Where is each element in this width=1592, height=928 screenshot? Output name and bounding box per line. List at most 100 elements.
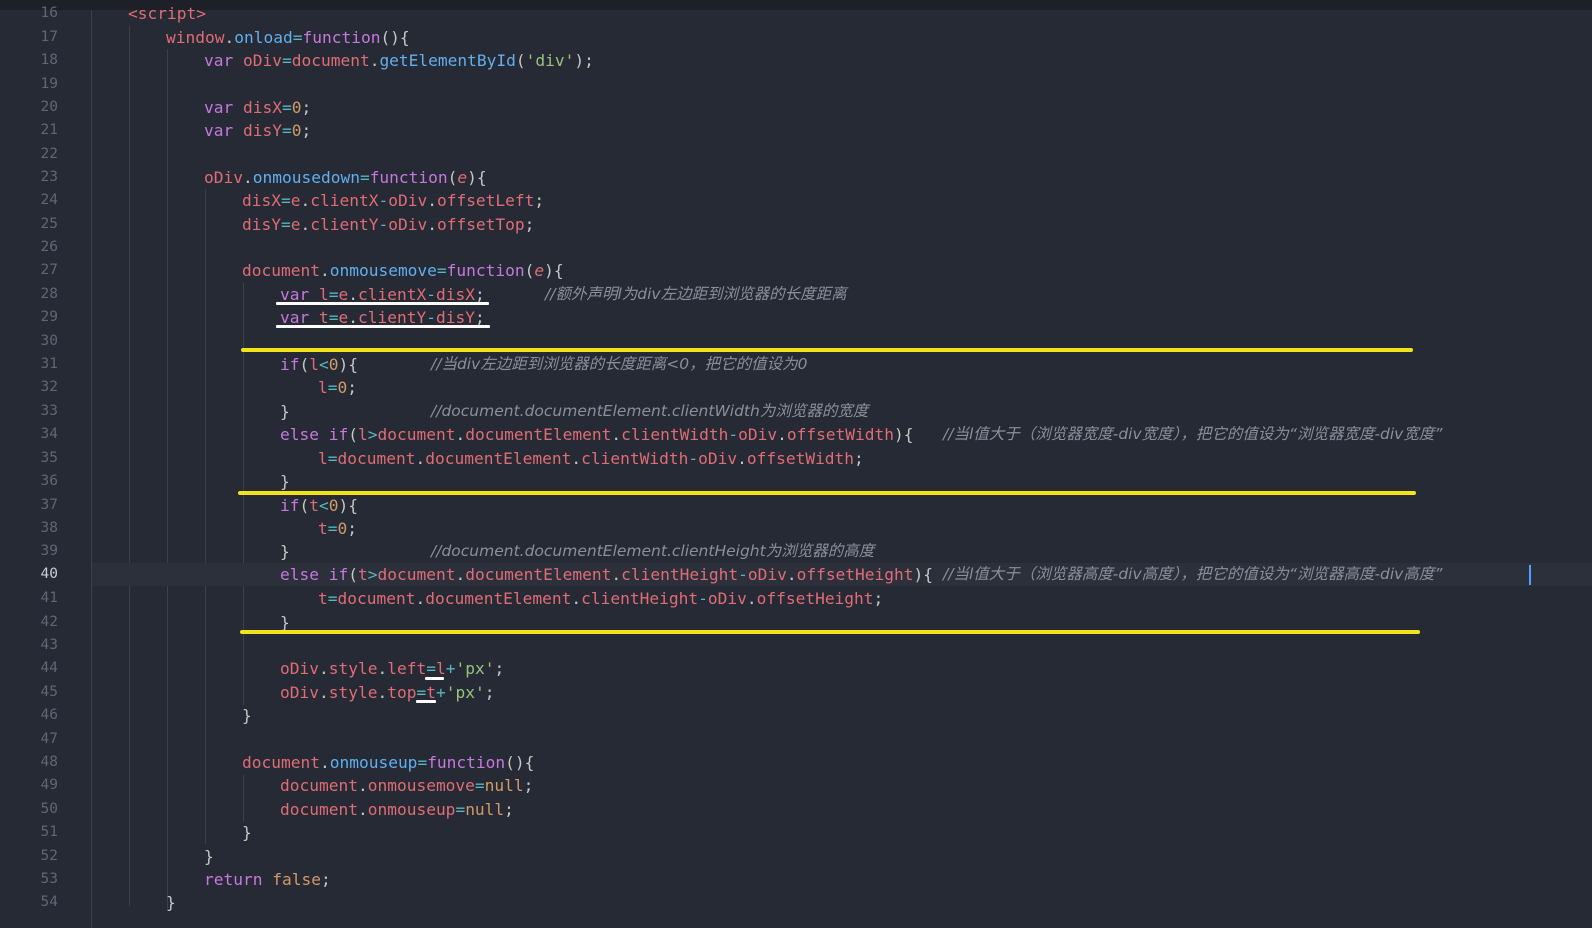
line-number: 29 <box>40 309 58 325</box>
code-line[interactable]: 54 } <box>0 891 1592 914</box>
annotation-underline <box>416 700 436 703</box>
code-text: else if(t>document.documentElement.clien… <box>280 565 934 584</box>
code-line[interactable]: 53 return false; <box>0 868 1592 891</box>
line-number: 25 <box>40 215 58 232</box>
line-number: 35 <box>40 449 58 466</box>
code-line[interactable]: 47 <box>0 728 1592 751</box>
code-line[interactable]: 41 t=document.documentElement.clientHeig… <box>0 587 1592 610</box>
line-number: 52 <box>40 847 58 864</box>
code-text: disX=e.clientX-oDiv.offsetLeft; <box>242 191 545 210</box>
line-number: 38 <box>40 519 58 536</box>
line-number: 26 <box>40 239 58 255</box>
line-number: 27 <box>40 262 58 278</box>
code-text: oDiv.style.top=t+'px'; <box>280 682 495 702</box>
code-text: l=document.documentElement.clientWidth-o… <box>318 448 864 468</box>
code-line[interactable]: 27 document.onmousemove=function(e){ <box>0 259 1592 282</box>
code-line[interactable]: 50 document.onmouseup=null; <box>0 798 1592 821</box>
annotation-underline <box>276 302 489 305</box>
code-text: document.onmousemove=null; <box>280 776 534 795</box>
code-line[interactable]: 26 <box>0 236 1592 259</box>
code-line[interactable]: 29 var t=e.clientY-disY; <box>0 306 1592 329</box>
code-line[interactable]: 51 } <box>0 821 1592 844</box>
line-number: 50 <box>40 800 58 817</box>
code-line[interactable]: 31 if(l<0){ //当div左边距到浏览器的长度距离<0，把它的值设为0 <box>0 353 1592 376</box>
line-number: 44 <box>40 660 58 676</box>
code-line[interactable]: 22 <box>0 143 1592 166</box>
code-text: oDiv.style.left=l+'px'; <box>280 659 505 678</box>
code-line-active[interactable]: 40 else if(t>document.documentElement.cl… <box>41 563 1592 587</box>
code-line[interactable]: 33 } //document.documentElement.clientWi… <box>0 400 1592 423</box>
code-line[interactable]: 45 oDiv.style.top=t+'px'; <box>0 681 1592 704</box>
code-text: <script> <box>128 4 206 23</box>
code-line[interactable]: 38 t=0; <box>0 517 1592 540</box>
code-line[interactable]: 39 } //document.documentElement.clientHe… <box>0 540 1592 563</box>
code-line[interactable]: 17 window.onload=function(){ <box>0 26 1592 49</box>
code-text: if(t<0){ <box>280 495 358 515</box>
code-editor[interactable]: 16 <script> 17 window.onload=function(){… <box>0 0 1592 928</box>
code-text: oDiv.onmousedown=function(e){ <box>204 167 487 187</box>
code-text: var oDiv=document.getElementById('div'); <box>204 51 594 70</box>
code-line[interactable]: 35 l=document.documentElement.clientWidt… <box>0 447 1592 470</box>
line-number: 33 <box>40 402 58 419</box>
line-number: 21 <box>40 122 58 138</box>
line-number: 41 <box>40 590 58 606</box>
line-number: 49 <box>40 777 58 793</box>
line-number: 54 <box>40 894 58 910</box>
code-text: } <box>204 846 214 866</box>
code-line[interactable]: 49 document.onmousemove=null; <box>0 774 1592 797</box>
code-line[interactable]: 19 <box>0 73 1592 96</box>
code-line[interactable]: 32 l=0; <box>0 376 1592 399</box>
code-line[interactable]: 48 document.onmouseup=function(){ <box>0 751 1592 774</box>
code-text: return false; <box>204 869 331 889</box>
line-number: 43 <box>40 637 58 653</box>
code-line[interactable]: 28 var l=e.clientX-disX; //额外声明l为div左边距到… <box>0 283 1592 306</box>
code-line[interactable]: 43 <box>0 634 1592 657</box>
code-comment: //当l值大于（浏览器高度-div高度），把它的值设为“浏览器高度-div高度” <box>943 565 1443 583</box>
code-text: document.onmousemove=function(e){ <box>242 261 564 280</box>
code-line[interactable]: 18 var oDiv=document.getElementById('div… <box>0 49 1592 72</box>
code-text: } <box>242 706 252 725</box>
code-line[interactable]: 46 } <box>0 704 1592 727</box>
code-comment: //document.documentElement.clientHeight为… <box>431 542 875 560</box>
line-number: 23 <box>40 168 58 185</box>
code-text: document.onmouseup=null; <box>280 799 514 819</box>
line-number: 20 <box>40 98 58 115</box>
code-line[interactable]: 25 disY=e.clientY-oDiv.offsetTop; <box>0 213 1592 236</box>
annotation-underline <box>276 325 490 328</box>
code-text: } <box>166 893 176 912</box>
code-line[interactable]: 34 else if(l>document.documentElement.cl… <box>0 423 1592 446</box>
line-number: 19 <box>40 75 58 92</box>
code-line[interactable]: 16 <script> <box>0 2 1592 25</box>
annotation-highlight-line <box>238 491 1416 495</box>
line-number: 42 <box>40 613 58 630</box>
line-number: 53 <box>40 870 58 887</box>
code-text: disY=e.clientY-oDiv.offsetTop; <box>242 214 535 234</box>
line-number: 28 <box>40 285 58 302</box>
annotation-highlight-line <box>241 348 1413 352</box>
code-text: } <box>242 823 252 842</box>
code-line[interactable]: 44 oDiv.style.left=l+'px'; <box>0 657 1592 680</box>
line-number: 22 <box>40 145 58 162</box>
text-cursor <box>1529 565 1531 585</box>
line-number: 45 <box>40 683 58 700</box>
annotation-highlight-line <box>240 630 1420 634</box>
code-comment: //当l值大于（浏览器宽度-div宽度），把它的值设为“浏览器宽度-div宽度” <box>943 425 1443 443</box>
code-line[interactable]: 21 var disY=0; <box>0 119 1592 142</box>
code-text: document.onmouseup=function(){ <box>242 752 535 772</box>
code-text: l=0; <box>318 378 357 397</box>
line-number: 30 <box>40 332 58 349</box>
code-line[interactable]: 24 disX=e.clientX-oDiv.offsetLeft; <box>0 189 1592 212</box>
line-number: 31 <box>40 355 58 372</box>
code-line[interactable]: 20 var disX=0; <box>0 96 1592 119</box>
line-number: 32 <box>40 379 58 395</box>
code-text: } <box>280 401 290 421</box>
code-line[interactable]: 36 } <box>0 470 1592 493</box>
line-number: 51 <box>40 824 58 840</box>
line-number: 34 <box>40 426 58 442</box>
line-number: 39 <box>40 543 58 559</box>
code-text: else if(l>document.documentElement.clien… <box>280 425 914 444</box>
line-number: 47 <box>40 730 58 747</box>
code-line[interactable]: 52 } <box>0 845 1592 868</box>
code-line[interactable]: 37 if(t<0){ <box>0 494 1592 517</box>
code-line[interactable]: 23 oDiv.onmousedown=function(e){ <box>0 166 1592 189</box>
